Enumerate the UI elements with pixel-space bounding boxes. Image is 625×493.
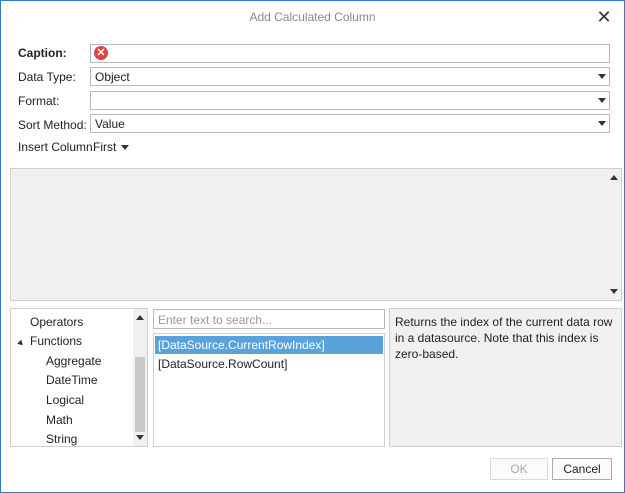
scroll-thumb[interactable] xyxy=(135,357,145,432)
dialog-window: Add Calculated Column ✕ Caption: ✕ Data … xyxy=(0,0,625,493)
tree-item-string[interactable]: String xyxy=(46,432,77,446)
close-icon[interactable]: ✕ xyxy=(594,7,614,27)
field-list[interactable]: [DataSource.CurrentRowIndex] [DataSource… xyxy=(153,333,385,447)
error-icon: ✕ xyxy=(94,46,108,60)
list-item[interactable]: [DataSource.RowCount] xyxy=(155,355,383,373)
list-item[interactable]: [DataSource.CurrentRowIndex] xyxy=(155,336,383,354)
tree-item-functions[interactable]: Functions xyxy=(30,334,82,348)
chevron-down-icon[interactable] xyxy=(121,145,129,150)
tree-item-logical[interactable]: Logical xyxy=(46,393,84,407)
data-type-label: Data Type: xyxy=(18,70,76,84)
format-select[interactable] xyxy=(90,91,610,110)
insert-column-label: Insert Column: xyxy=(18,140,97,154)
search-input[interactable]: Enter text to search... xyxy=(153,309,385,329)
expression-editor[interactable] xyxy=(10,168,622,301)
tree-scrollbar[interactable] xyxy=(133,309,147,446)
tree-item-operators[interactable]: Operators xyxy=(30,315,83,329)
editor-scrollbar[interactable] xyxy=(607,169,621,300)
scroll-up-icon[interactable] xyxy=(136,315,144,320)
caption-label: Caption: xyxy=(18,46,67,60)
sort-method-label: Sort Method: xyxy=(18,118,87,132)
chevron-down-icon xyxy=(598,74,606,79)
tree-item-math[interactable]: Math xyxy=(46,413,73,427)
chevron-down-icon xyxy=(598,121,606,126)
insert-column-value[interactable]: First xyxy=(93,140,116,154)
tree-item-aggregate[interactable]: Aggregate xyxy=(46,354,101,368)
data-type-value: Object xyxy=(95,70,130,84)
ok-button[interactable]: OK xyxy=(490,458,548,480)
format-label: Format: xyxy=(18,94,60,108)
function-tree[interactable]: Operators Functions Aggregate DateTime L… xyxy=(10,308,148,447)
cancel-button[interactable]: Cancel xyxy=(552,458,612,480)
scroll-down-icon[interactable] xyxy=(610,289,618,294)
caption-input[interactable]: ✕ xyxy=(90,44,610,63)
chevron-down-icon xyxy=(598,98,606,103)
expand-icon[interactable] xyxy=(17,339,25,348)
scroll-down-icon[interactable] xyxy=(136,435,144,440)
data-type-select[interactable]: Object xyxy=(90,67,610,86)
sort-method-value: Value xyxy=(95,117,125,131)
tree-item-datetime[interactable]: DateTime xyxy=(46,373,98,387)
dialog-title: Add Calculated Column xyxy=(249,10,376,24)
description-panel: Returns the index of the current data ro… xyxy=(389,308,622,447)
sort-method-select[interactable]: Value xyxy=(90,114,610,133)
scroll-up-icon[interactable] xyxy=(610,175,618,180)
search-placeholder: Enter text to search... xyxy=(158,313,273,327)
